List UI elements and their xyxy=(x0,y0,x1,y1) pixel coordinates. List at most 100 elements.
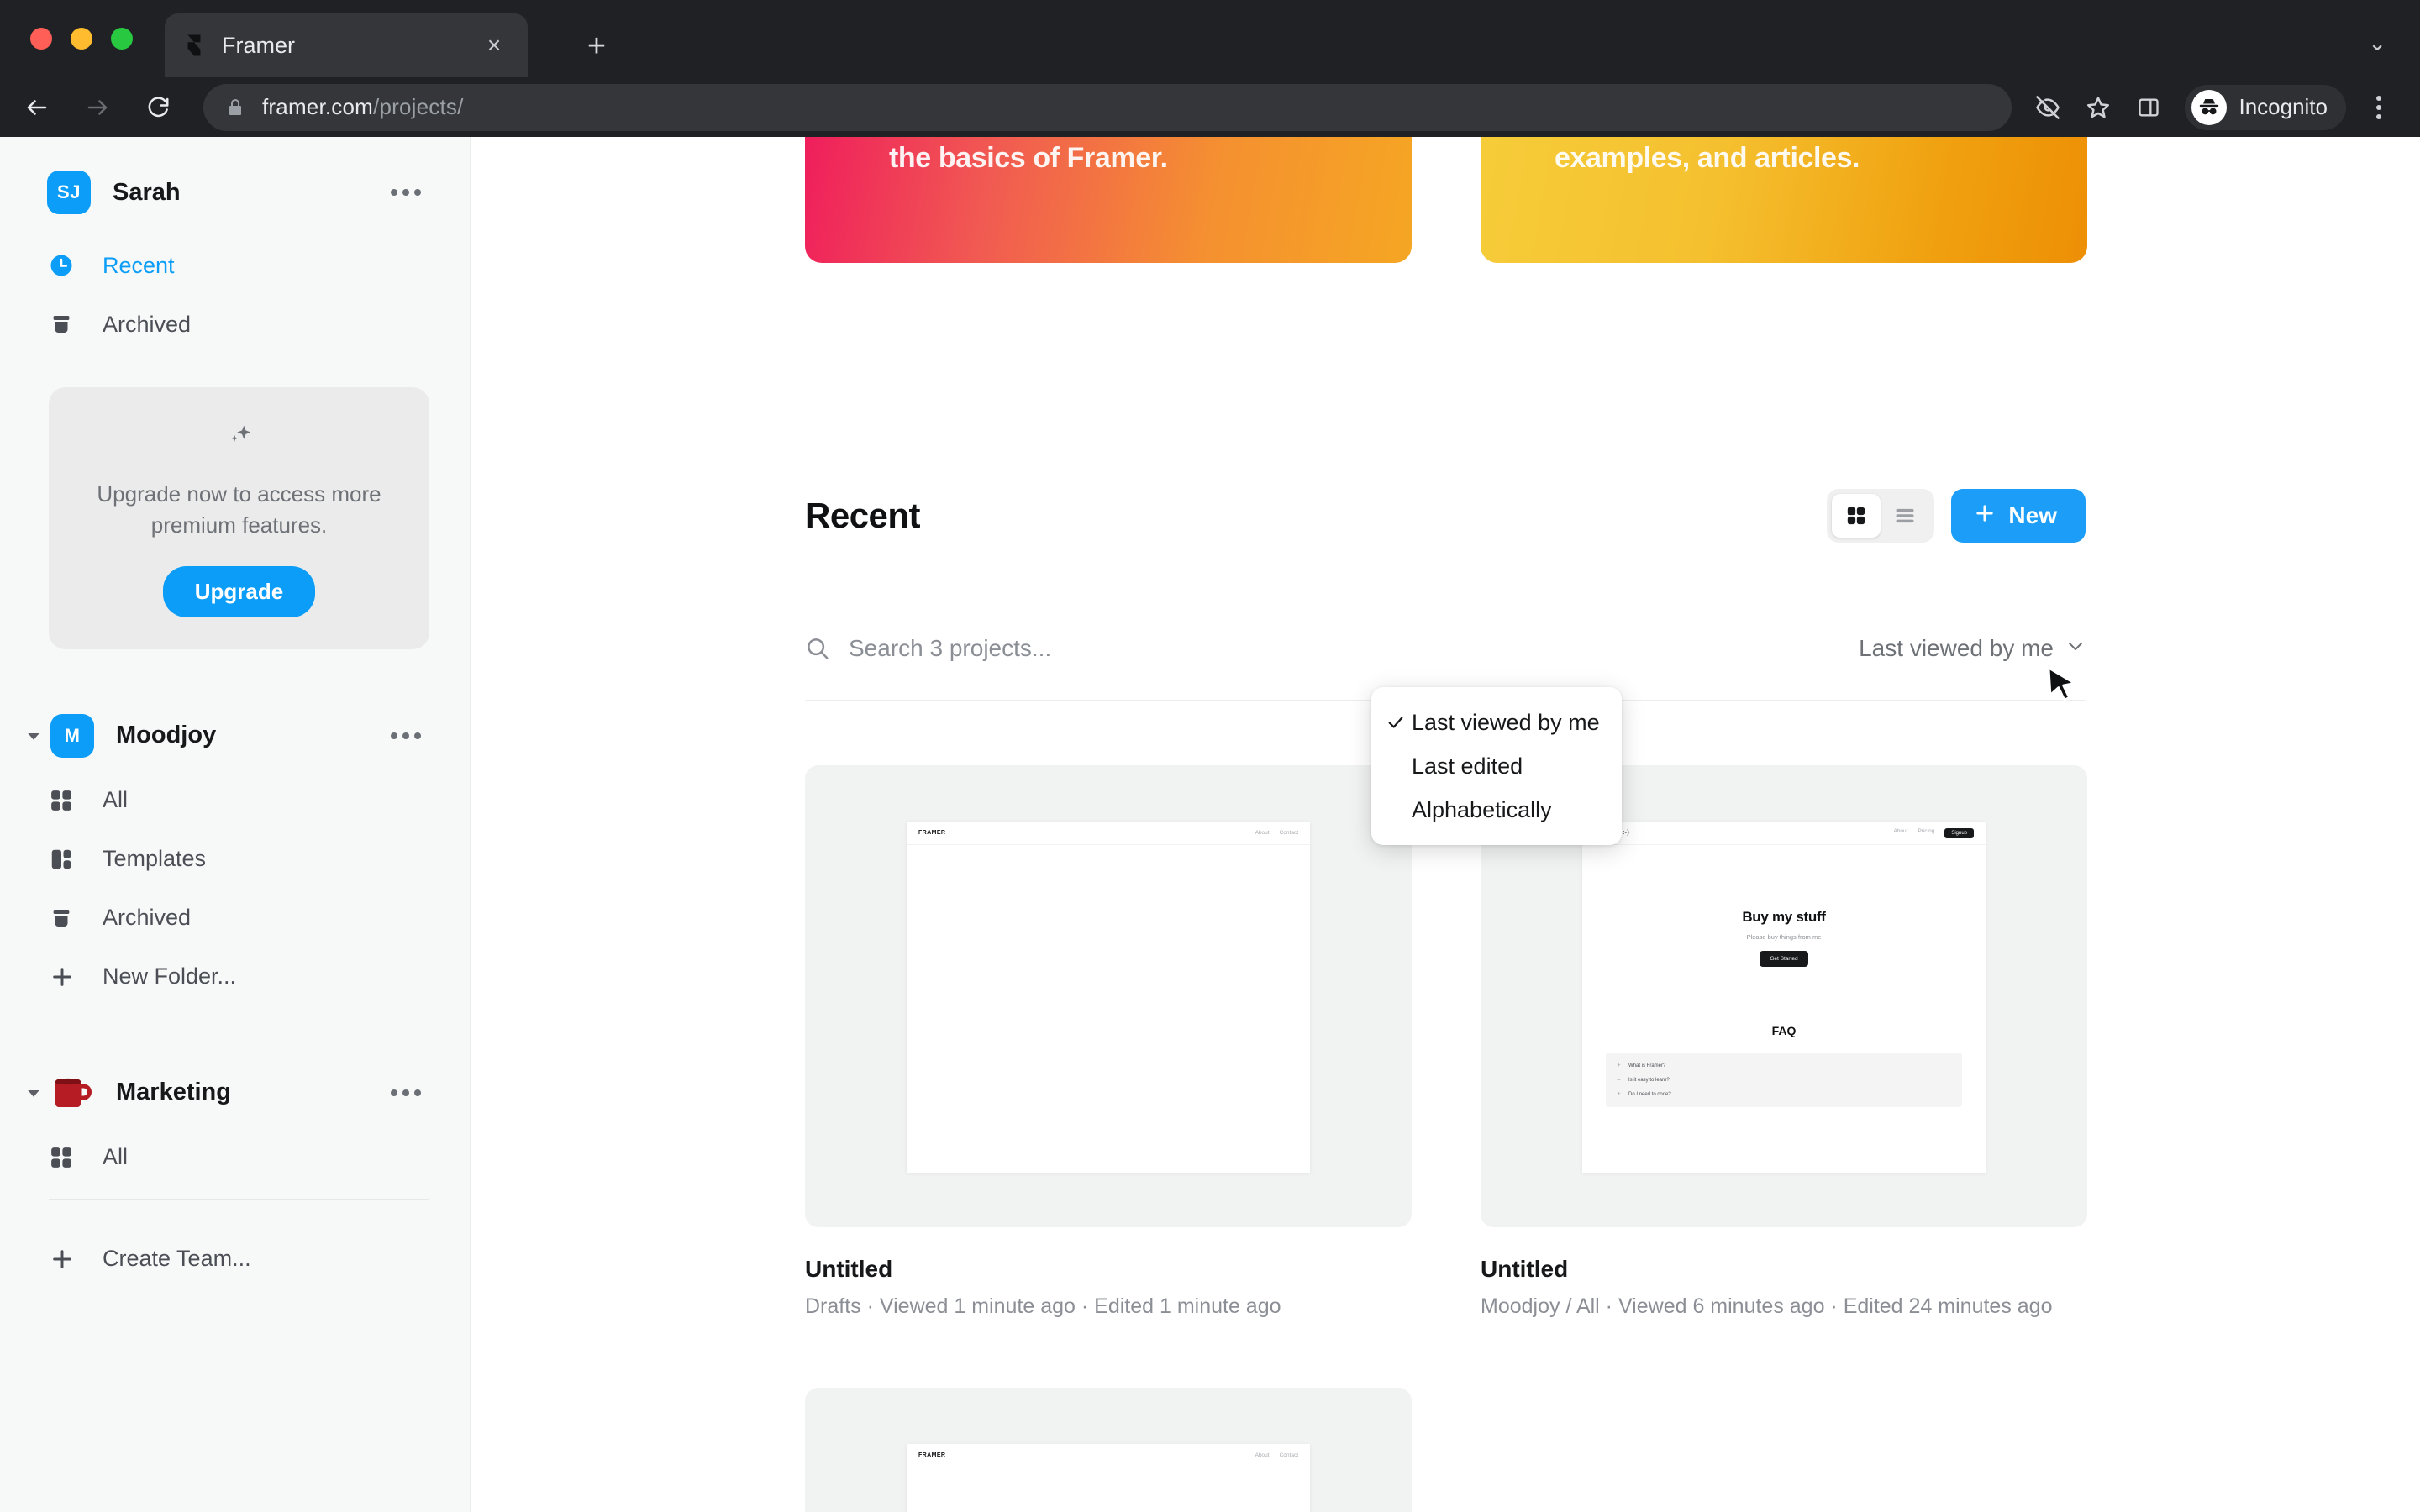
forward-arrow-icon[interactable] xyxy=(74,84,121,131)
sidebar-item-recent[interactable]: Recent xyxy=(0,236,470,295)
sort-option-last-viewed[interactable]: Last viewed by me xyxy=(1371,701,1622,744)
eye-off-icon[interactable] xyxy=(2025,85,2070,130)
preview-nav: FRAMER About Contact xyxy=(907,822,1310,845)
sidebar-item-label: Templates xyxy=(103,846,207,872)
team-header-marketing[interactable]: Marketing xyxy=(0,1042,470,1115)
chevron-down-icon[interactable]: ⌄ xyxy=(2368,30,2386,56)
team-more-button[interactable] xyxy=(382,724,429,748)
plus-icon: + xyxy=(1617,1063,1621,1068)
upgrade-card: Upgrade now to access more premium featu… xyxy=(49,387,429,649)
sidebar-item-all-marketing[interactable]: All xyxy=(0,1128,470,1187)
sidebar-item-label: Recent xyxy=(103,252,175,278)
preview-faq-label: Do I need to code? xyxy=(1628,1091,1671,1097)
preview-links: About Contact xyxy=(1255,1452,1298,1458)
maximize-window-button[interactable] xyxy=(111,28,133,50)
project-thumbnail[interactable]: FRAMER About Contact xyxy=(805,765,1412,1227)
sort-option-alphabetically[interactable]: Alphabetically xyxy=(1371,788,1622,832)
url-text: framer.com/projects/ xyxy=(262,94,464,120)
preview-logo: FRAMER xyxy=(918,1452,946,1458)
archive-icon xyxy=(49,312,86,337)
project-meta: Drafts · Viewed 1 minute ago · Edited 1 … xyxy=(805,1294,1281,1318)
chevron-down-icon[interactable] xyxy=(22,1085,45,1100)
profile-incognito-button[interactable]: Incognito xyxy=(2185,84,2346,130)
address-bar[interactable]: framer.com/projects/ xyxy=(203,83,2012,131)
preview-nav: FRAMER About Contact xyxy=(907,1444,1310,1467)
sidebar-item-create-team[interactable]: Create Team... xyxy=(0,1230,470,1289)
sidebar-item-label: New Folder... xyxy=(103,963,237,990)
sparkle-icon xyxy=(77,421,401,460)
clock-icon xyxy=(49,253,86,278)
project-card[interactable]: Moodjoy :-) About Pricing Signup Buy my … xyxy=(1481,765,2087,1319)
upgrade-button[interactable]: Upgrade xyxy=(162,565,316,617)
lock-icon xyxy=(225,97,245,118)
sort-option-label: Last edited xyxy=(1412,753,1523,779)
three-dot-menu-icon[interactable] xyxy=(2356,85,2402,130)
sort-dropdown-menu: Last viewed by me Last edited Alphabetic… xyxy=(1371,687,1622,845)
promo-banner-examples[interactable]: examples, and articles. xyxy=(1481,137,2087,263)
preview-link: About xyxy=(1255,1452,1270,1458)
browser-toolbar: framer.com/projects/ Incognito xyxy=(0,77,2420,137)
main-content: the basics of Framer. examples, and arti… xyxy=(471,137,2420,1512)
preview-links: About Contact xyxy=(1255,830,1298,836)
tab-title: Framer xyxy=(222,32,295,58)
team-name: Moodjoy xyxy=(116,722,217,749)
sort-dropdown-button[interactable]: Last viewed by me xyxy=(1859,635,2086,662)
back-arrow-icon[interactable] xyxy=(13,84,60,131)
reload-icon[interactable] xyxy=(134,84,182,131)
preview-heading: Buy my stuff xyxy=(1742,909,1826,925)
plus-icon xyxy=(49,1246,86,1273)
chevron-down-icon[interactable] xyxy=(22,728,45,743)
tab-strip: Framer × + ⌄ xyxy=(0,0,2420,77)
preview-link: About xyxy=(1893,827,1908,834)
url-path: /projects/ xyxy=(373,94,464,119)
project-grid: FRAMER About Contact Untitled Drafts · V… xyxy=(805,765,2124,1512)
project-thumbnail[interactable]: FRAMER About Contact xyxy=(805,1388,1412,1512)
project-meta: Moodjoy / All · Viewed 6 minutes ago · E… xyxy=(1481,1294,2053,1318)
sidebar-item-templates[interactable]: Templates xyxy=(0,830,470,889)
project-title: Untitled xyxy=(1481,1256,1569,1282)
sidebar-item-archived[interactable]: Archived xyxy=(0,295,470,354)
team-name: Marketing xyxy=(116,1079,231,1106)
create-team-section: Create Team... xyxy=(0,1230,470,1289)
new-tab-button[interactable]: + xyxy=(580,30,613,62)
team-header-moodjoy[interactable]: M Moodjoy xyxy=(0,685,470,758)
project-card[interactable]: FRAMER About Contact Untitled Drafts · V… xyxy=(805,765,1412,1319)
user-more-button[interactable] xyxy=(382,181,429,204)
avatar: SJ xyxy=(47,171,91,214)
preview-faq-label: What is Framer? xyxy=(1628,1063,1666,1068)
sidebar-item-label: Archived xyxy=(103,311,192,337)
team-avatar: M xyxy=(50,713,94,758)
team-more-button[interactable] xyxy=(382,1081,429,1105)
preview-link: Contact xyxy=(1279,1452,1298,1458)
user-row[interactable]: SJ Sarah xyxy=(0,137,470,214)
sort-option-label: Alphabetically xyxy=(1412,796,1552,822)
promo-banners: the basics of Framer. examples, and arti… xyxy=(805,137,2087,263)
close-tab-icon[interactable]: × xyxy=(477,34,511,57)
preview-subheading: Please buy things from me xyxy=(1746,933,1822,941)
minimize-window-button[interactable] xyxy=(71,28,92,50)
window-traffic-lights xyxy=(30,28,133,50)
promo-banner-basics[interactable]: the basics of Framer. xyxy=(805,137,1412,263)
close-window-button[interactable] xyxy=(30,28,52,50)
sidebar-item-new-folder[interactable]: New Folder... xyxy=(0,948,470,1006)
new-project-button[interactable]: New xyxy=(1951,489,2086,543)
grid-icon xyxy=(49,1145,86,1170)
side-panel-icon[interactable] xyxy=(2126,85,2171,130)
sidebar-item-archived-team[interactable]: Archived xyxy=(0,889,470,948)
list-view-icon[interactable] xyxy=(1881,494,1929,538)
preview-faq-list: + What is Framer? – Is it easy to learn?… xyxy=(1606,1053,1962,1107)
search-input[interactable] xyxy=(849,635,1860,662)
bookmark-star-icon[interactable] xyxy=(2075,85,2121,130)
page-content: SJ Sarah Recent Archived Upgrade now to … xyxy=(0,137,2420,1512)
preview-logo: FRAMER xyxy=(918,830,946,836)
sidebar-item-label: Archived xyxy=(103,905,192,931)
preview-faq-title: FAQ xyxy=(1771,1024,1797,1037)
grid-view-icon[interactable] xyxy=(1832,494,1881,538)
preview-hero: Buy my stuff Please buy things from me G… xyxy=(1582,845,1986,1107)
sort-option-last-edited[interactable]: Last edited xyxy=(1371,744,1622,788)
project-card[interactable]: FRAMER About Contact xyxy=(805,1388,1412,1512)
sort-current-label: Last viewed by me xyxy=(1859,635,2054,661)
sidebar-item-all[interactable]: All xyxy=(0,771,470,830)
browser-tab[interactable]: Framer × xyxy=(165,13,528,77)
view-toggle xyxy=(1827,489,1935,543)
